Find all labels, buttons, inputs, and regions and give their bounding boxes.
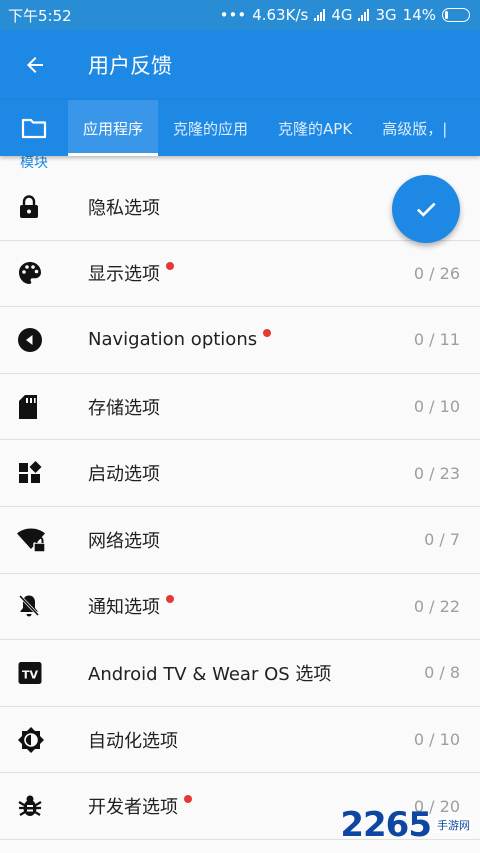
svg-text:TV: TV xyxy=(22,668,39,681)
navigation-back-icon xyxy=(0,327,60,353)
list-item-tv-wear[interactable]: TV Android TV & Wear OS 选项 0 / 8 xyxy=(0,640,480,707)
update-dot xyxy=(263,328,272,337)
update-dot xyxy=(166,595,174,604)
item-count: 0 / 7 xyxy=(424,530,460,550)
list-item-navigation[interactable]: Navigation options 0 / 11 xyxy=(0,307,480,374)
item-label: 自动化选项 xyxy=(88,730,178,752)
brightness-icon xyxy=(0,726,60,754)
net-speed: 4.63K/s xyxy=(252,6,309,24)
confirm-fab[interactable] xyxy=(392,175,460,243)
status-time: 下午5:52 xyxy=(8,6,72,25)
wifi-lock-icon xyxy=(0,527,60,553)
item-count: 0 / 22 xyxy=(413,596,460,616)
list-item-display[interactable]: 显示选项 0 / 26 xyxy=(0,240,480,308)
more-dots-icon: ••• xyxy=(219,6,247,24)
widgets-icon xyxy=(0,460,60,486)
item-label: 显示选项 xyxy=(88,264,160,286)
signal-icon-2 xyxy=(358,9,370,21)
watermark-number: 2265 xyxy=(340,805,432,845)
tab-apps[interactable]: 应用程序 xyxy=(68,100,159,156)
network-type-1: 4G xyxy=(331,6,353,24)
watermark-sub: 手游网 xyxy=(435,817,472,833)
network-type-2: 3G xyxy=(375,6,397,24)
battery-icon xyxy=(442,8,470,22)
sd-card-icon xyxy=(0,394,60,420)
update-dot xyxy=(166,262,174,271)
tab-cloned-apk[interactable]: 克隆的APK xyxy=(263,100,367,156)
item-label: 开发者选项 xyxy=(88,797,178,819)
item-label: Android TV & Wear OS 选项 xyxy=(88,663,332,685)
item-label: 启动选项 xyxy=(88,464,160,486)
list-item-automation[interactable]: 自动化选项 0 / 10 xyxy=(0,706,480,774)
app-bar: 用户反馈 xyxy=(0,30,480,100)
tab-premium[interactable]: 高级版，| xyxy=(367,100,462,156)
folder-icon xyxy=(21,118,47,139)
list-item-notifications[interactable]: 通知选项 0 / 22 xyxy=(0,573,480,641)
arrow-back-icon xyxy=(27,57,43,73)
notifications-off-icon xyxy=(0,593,60,619)
status-bar: 下午5:52 ••• 4.63K/s 4G 3G 14% xyxy=(0,0,480,30)
bug-icon xyxy=(0,793,60,819)
item-label: 网络选项 xyxy=(88,530,160,552)
item-count: 0 / 26 xyxy=(413,263,460,283)
options-list: 隐私选项 显示选项 0 / 26 Navigation options 0 / … xyxy=(0,174,480,840)
watermark-logo: 2265 手游网 xyxy=(340,805,472,845)
palette-icon xyxy=(0,260,60,286)
check-icon xyxy=(416,202,436,217)
item-count: 0 / 10 xyxy=(413,730,460,750)
folder-tab[interactable] xyxy=(0,100,68,156)
item-label: 隐私选项 xyxy=(88,197,160,219)
item-label: 存储选项 xyxy=(88,397,160,419)
list-item-startup[interactable]: 启动选项 0 / 23 xyxy=(0,440,480,507)
item-count: 0 / 10 xyxy=(413,397,460,417)
page-title: 用户反馈 xyxy=(88,54,172,78)
status-right: ••• 4.63K/s 4G 3G 14% xyxy=(220,6,470,24)
list-item-storage[interactable]: 存储选项 0 / 10 xyxy=(0,373,480,441)
signal-icon xyxy=(314,9,326,21)
tab-bar: 应用程序 克隆的应用 克隆的APK 高级版，| xyxy=(0,100,480,156)
item-count: 0 / 8 xyxy=(424,663,460,683)
item-label: 通知选项 xyxy=(88,597,160,619)
item-label: Navigation options xyxy=(88,329,258,351)
battery-percent: 14% xyxy=(402,6,436,24)
item-count: 0 / 11 xyxy=(413,330,460,350)
update-dot xyxy=(184,795,192,804)
item-count: 0 / 23 xyxy=(413,463,460,483)
list-item-network[interactable]: 网络选项 0 / 7 xyxy=(0,506,480,574)
back-button[interactable] xyxy=(0,30,70,100)
tab-cloned-apps[interactable]: 克隆的应用 xyxy=(158,100,263,156)
lock-icon xyxy=(0,194,60,220)
tv-icon: TV xyxy=(0,660,60,686)
